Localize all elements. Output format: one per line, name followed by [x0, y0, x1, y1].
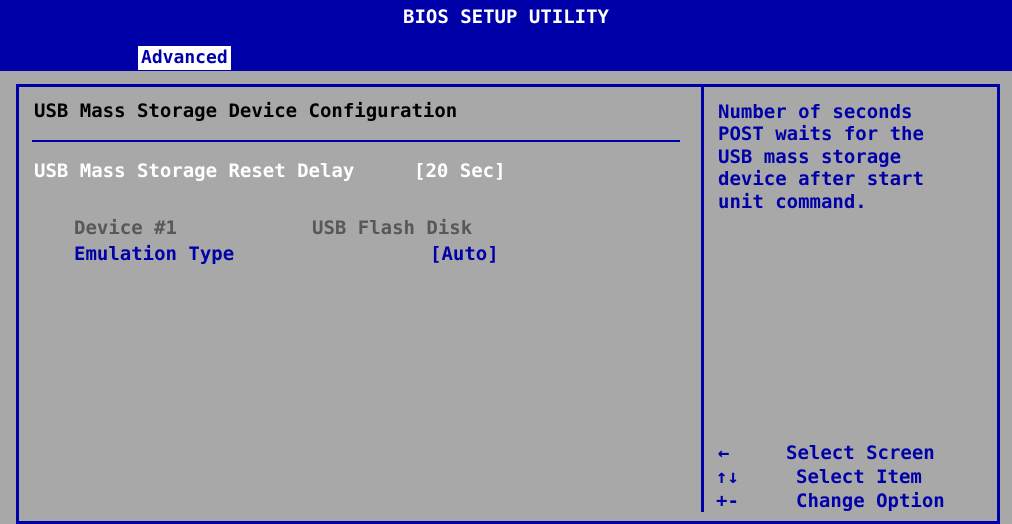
emulation-type-label[interactable]: Emulation Type: [74, 243, 234, 265]
help-line: unit command.: [718, 191, 867, 213]
app-title: BIOS SETUP UTILITY: [403, 6, 609, 28]
key-desc-select-screen: Select Screen: [786, 442, 935, 464]
tab-bar: Advanced: [0, 36, 1012, 71]
section-title: USB Mass Storage Device Configuration: [34, 100, 458, 122]
panel-divider: [701, 84, 704, 512]
reset-delay-value[interactable]: [20 Sec]: [414, 160, 506, 182]
left-arrow-icon: ←: [718, 442, 730, 464]
help-line: device after start: [718, 168, 924, 190]
key-desc-select-item: Select Item: [796, 466, 922, 488]
help-line: USB mass storage: [718, 146, 902, 168]
device-label: Device #1: [74, 217, 177, 239]
help-line: POST waits for the: [718, 123, 924, 145]
tab-advanced[interactable]: Advanced: [138, 46, 231, 70]
up-down-arrow-icon: ↑↓: [716, 466, 739, 488]
plus-minus-icon: +-: [716, 490, 739, 512]
title-bar: BIOS SETUP UTILITY: [0, 0, 1012, 36]
section-divider: [32, 140, 680, 142]
help-line: Number of seconds: [718, 101, 913, 123]
reset-delay-label[interactable]: USB Mass Storage Reset Delay: [34, 160, 354, 182]
device-value: USB Flash Disk: [312, 217, 473, 239]
emulation-type-value[interactable]: [Auto]: [430, 243, 499, 265]
key-desc-change-option: Change Option: [796, 490, 945, 512]
